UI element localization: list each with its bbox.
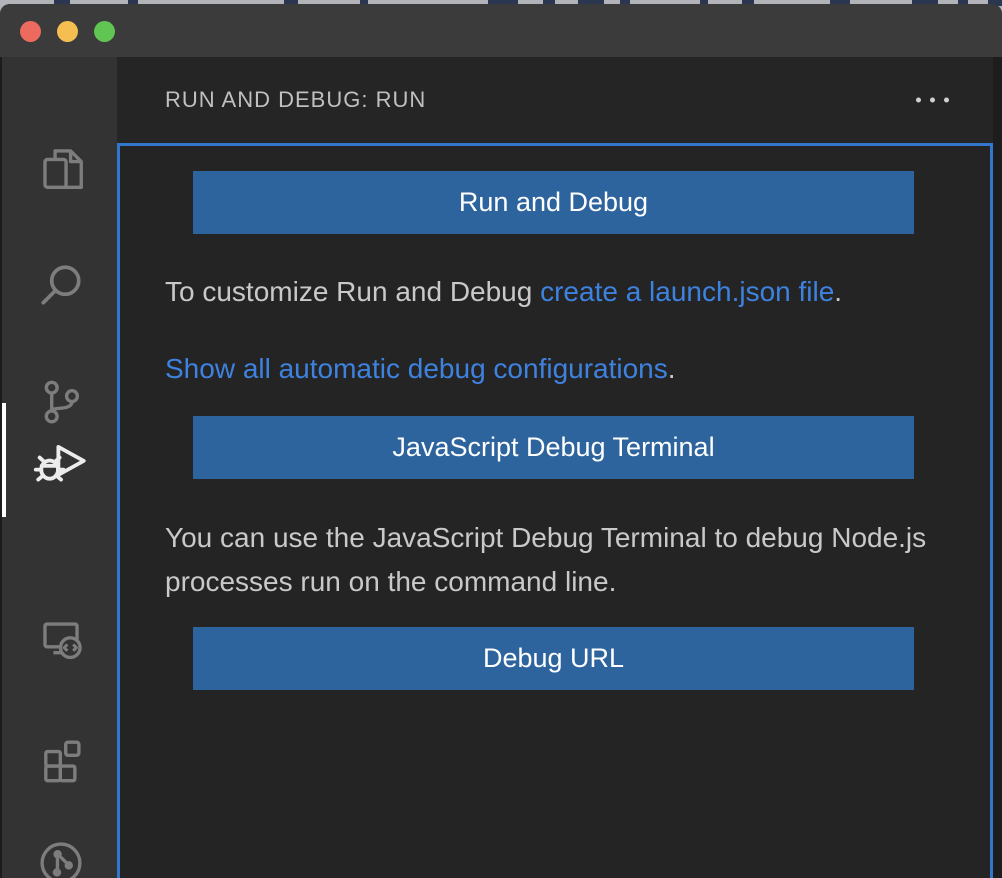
remote-explorer-icon: [34, 608, 88, 662]
show-configs-text: Show all automatic debug configurations.: [165, 347, 945, 391]
create-launch-json-link[interactable]: create a launch.json file: [540, 276, 834, 307]
customize-text-before: To customize Run and Debug: [165, 276, 540, 307]
sidebar-item-extensions[interactable]: [33, 729, 89, 785]
sidebar-item-run-and-debug[interactable]: [33, 432, 89, 488]
customize-text-after: .: [834, 276, 842, 307]
js-debug-terminal-button[interactable]: JavaScript Debug Terminal: [193, 416, 914, 479]
extensions-icon: [34, 730, 88, 784]
js-terminal-note: You can use the JavaScript Debug Termina…: [165, 516, 945, 604]
panel-title: RUN AND DEBUG: RUN: [117, 87, 426, 113]
active-view-indicator: [2, 403, 6, 517]
customize-text: To customize Run and Debug create a laun…: [165, 270, 945, 314]
more-actions-button[interactable]: [910, 92, 955, 109]
activity-bar: [0, 57, 117, 878]
title-bar: [0, 4, 1002, 57]
git-circle-icon: [34, 836, 88, 878]
ellipsis-icon: [930, 98, 935, 103]
vscode-window: RUN AND DEBUG: RUN Run and Debug To cust…: [0, 4, 1002, 878]
sidebar-item-search[interactable]: [33, 257, 89, 313]
sidebar-item-source-control[interactable]: [33, 374, 89, 430]
run-and-debug-button[interactable]: Run and Debug: [193, 171, 914, 234]
sidebar-item-git-graph[interactable]: [33, 835, 89, 878]
run-and-debug-icon: [33, 432, 89, 488]
sidebar-item-remote-explorer[interactable]: [33, 607, 89, 663]
search-icon: [34, 258, 88, 312]
show-configs-after: .: [668, 353, 676, 384]
show-all-configurations-link[interactable]: Show all automatic debug configurations: [165, 353, 668, 384]
source-control-icon: [34, 375, 88, 429]
panel-header: RUN AND DEBUG: RUN: [117, 57, 993, 143]
window-right-edge: [993, 57, 1002, 878]
close-window-button[interactable]: [20, 21, 41, 42]
minimize-window-button[interactable]: [57, 21, 78, 42]
sidebar-item-explorer[interactable]: [33, 139, 89, 195]
files-icon: [34, 140, 88, 194]
debug-url-button[interactable]: Debug URL: [193, 627, 914, 690]
side-panel: RUN AND DEBUG: RUN Run and Debug To cust…: [117, 57, 1002, 878]
ellipsis-icon: [944, 98, 949, 103]
ellipsis-icon: [916, 98, 921, 103]
run-and-debug-view: Run and Debug To customize Run and Debug…: [117, 143, 993, 878]
maximize-window-button[interactable]: [94, 21, 115, 42]
